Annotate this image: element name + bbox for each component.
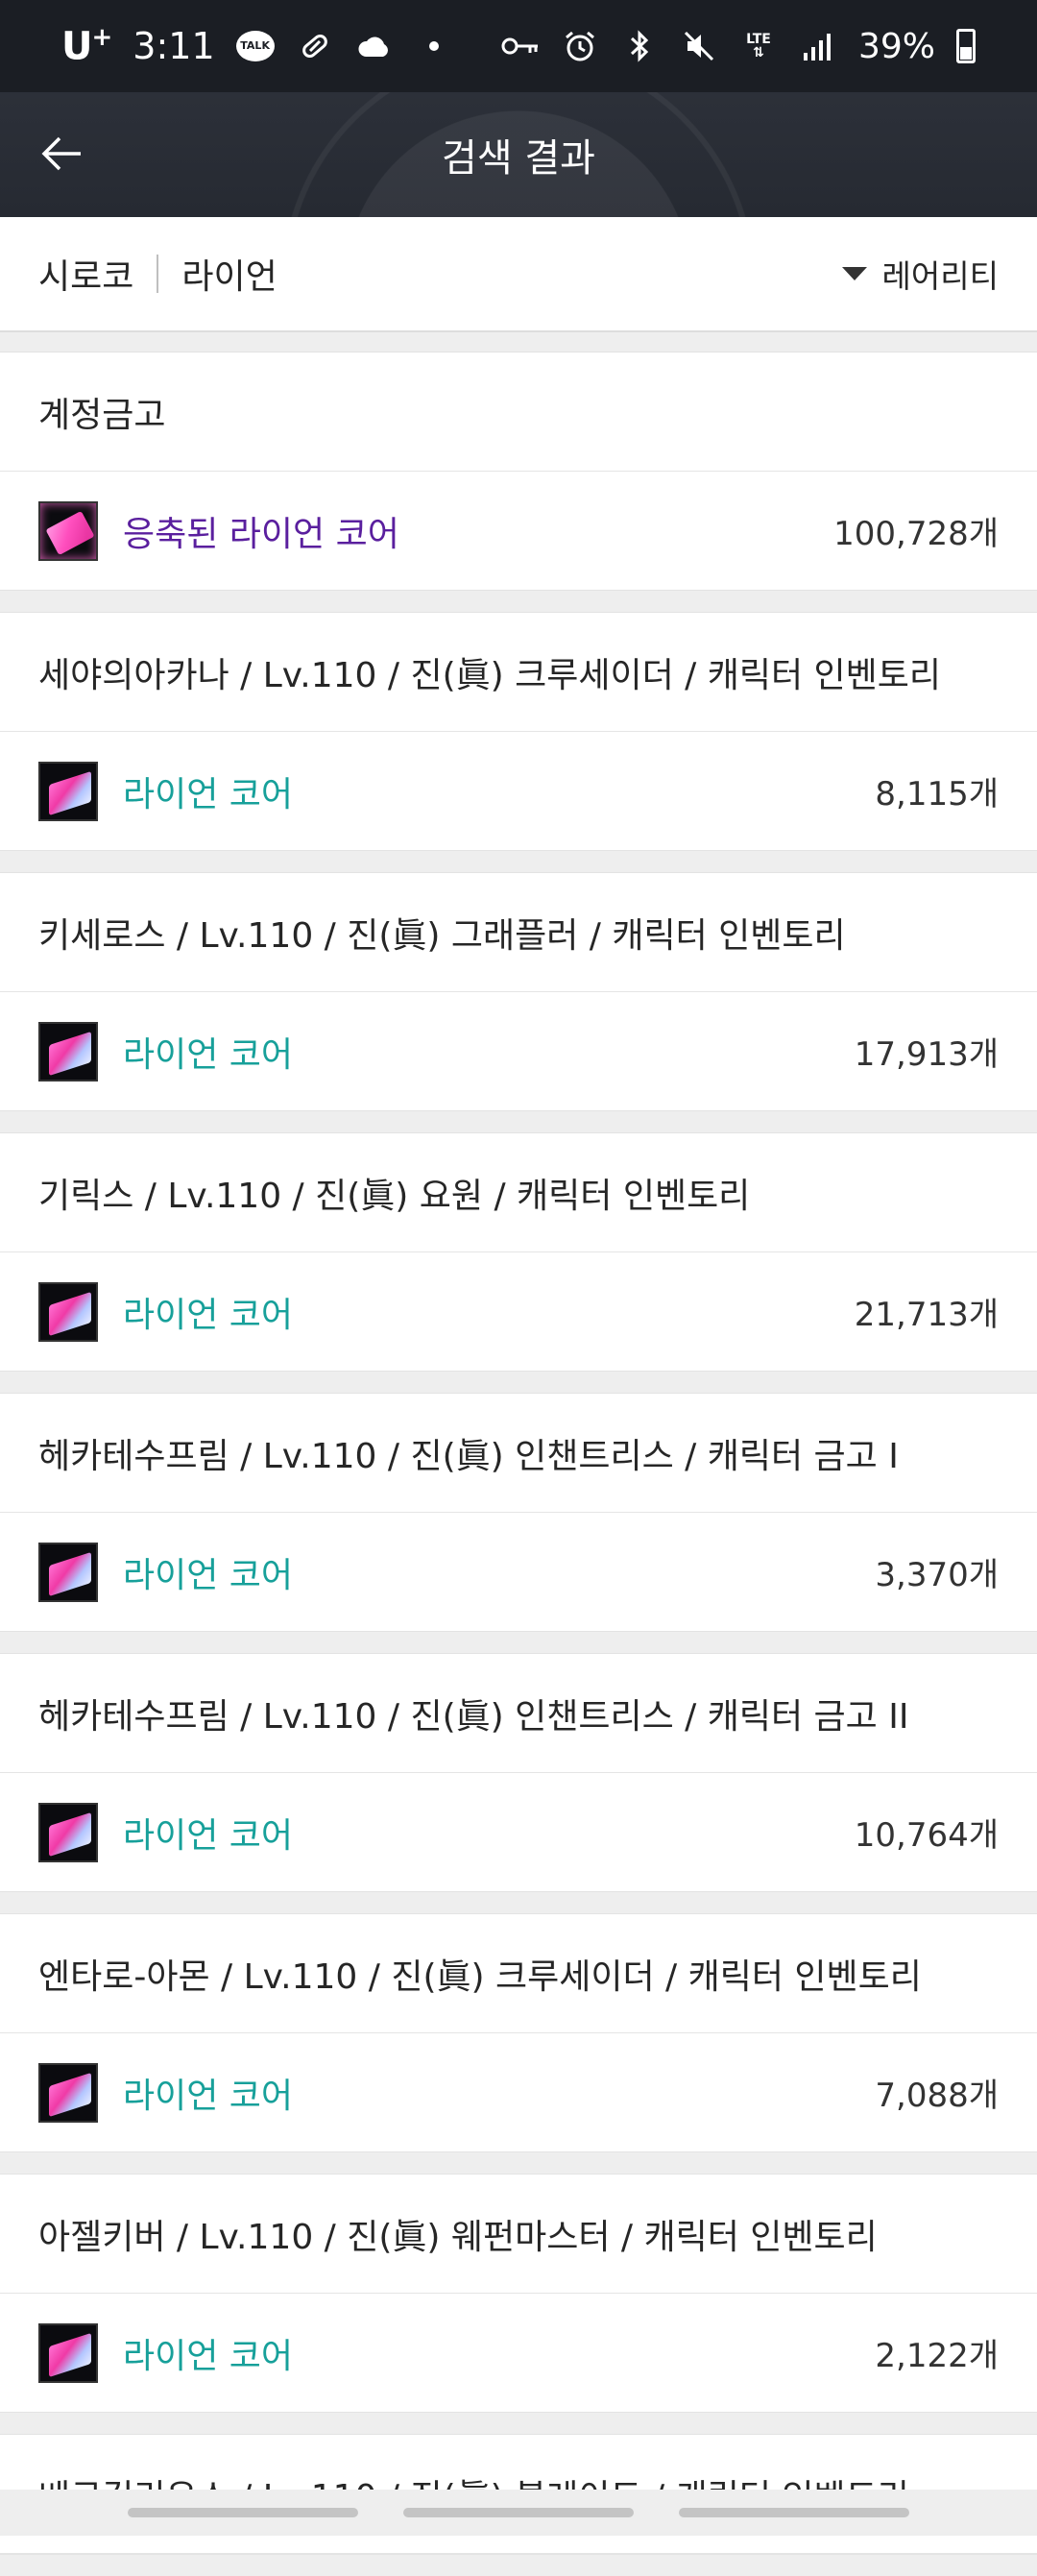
filter-bar: 시로코 라이언 레어리티	[0, 217, 1037, 332]
bluetooth-icon	[620, 27, 659, 65]
alarm-icon	[561, 27, 599, 65]
item-name: 라이언 코어	[123, 2076, 294, 2116]
gesture-navigation-bar	[0, 2490, 1037, 2536]
group-header: 기릭스 / Lv.110 / 진(眞) 요원 / 캐릭터 인벤토리	[0, 1133, 1037, 1252]
result-group: 헤카테수프림 / Lv.110 / 진(眞) 인챈트리스 / 캐릭터 금고 II…	[0, 1653, 1037, 1892]
divider	[157, 255, 159, 293]
item-name: 라이언 코어	[123, 2336, 294, 2376]
item-row[interactable]: 라이언 코어 21,713개	[0, 1252, 1037, 1371]
signal-icon	[799, 27, 837, 65]
group-header: 세야의아카나 / Lv.110 / 진(眞) 크루세이더 / 캐릭터 인벤토리	[0, 613, 1037, 732]
result-group: 헤카테수프림 / Lv.110 / 진(眞) 인챈트리스 / 캐릭터 금고 I …	[0, 1393, 1037, 1632]
nav-pill-recents[interactable]	[128, 2508, 359, 2517]
lte-icon: LTE ⇅	[746, 32, 771, 61]
clock: 3:11	[133, 24, 215, 67]
lion-core-icon	[38, 761, 98, 821]
lion-core-icon	[38, 1802, 98, 1862]
carrier-label: U+	[61, 23, 112, 69]
item-name: 응축된 라이언 코어	[123, 514, 399, 554]
item-count: 2,122개	[875, 2337, 999, 2375]
result-group: 엔타로-아몬 / Lv.110 / 진(眞) 크루세이더 / 캐릭터 인벤토리 …	[0, 1913, 1037, 2152]
battery-percent: 39%	[857, 26, 935, 66]
lion-core-icon	[38, 1542, 98, 1602]
item-row[interactable]: 라이언 코어 7,088개	[0, 2033, 1037, 2151]
item-row[interactable]: 라이언 코어 17,913개	[0, 992, 1037, 1110]
app-header: 검색 결과	[0, 92, 1037, 217]
back-arrow-icon	[41, 136, 81, 171]
item-row[interactable]: 응축된 라이언 코어 100,728개	[0, 472, 1037, 590]
sort-dropdown[interactable]: 레어리티	[841, 251, 999, 297]
group-header: 엔타로-아몬 / Lv.110 / 진(眞) 크루세이더 / 캐릭터 인벤토리	[0, 1914, 1037, 2033]
item-count: 100,728개	[833, 515, 999, 553]
status-right: LTE ⇅ 39%	[501, 27, 976, 66]
result-group: 키세로스 / Lv.110 / 진(眞) 그래플러 / 캐릭터 인벤토리 라이언…	[0, 872, 1037, 1111]
pill-icon	[296, 27, 334, 65]
back-button[interactable]	[33, 125, 90, 182]
kakaotalk-notification-icon: TALK	[235, 30, 275, 61]
item-row[interactable]: 라이언 코어 10,764개	[0, 1773, 1037, 1891]
mute-icon	[680, 27, 718, 65]
cloud-icon	[355, 27, 394, 65]
search-criteria: 시로코 라이언	[38, 249, 277, 299]
page-title: 검색 결과	[442, 136, 595, 181]
status-bar: U+ 3:11 TALK LTE ⇅ 39%	[0, 0, 1037, 92]
results-list: 계정금고 응축된 라이언 코어 100,728개 세야의아카나 / Lv.110…	[0, 352, 1037, 2576]
item-name: 라이언 코어	[123, 774, 294, 814]
lion-core-icon	[38, 2322, 98, 2383]
battery-icon	[956, 29, 976, 63]
nav-pill-home[interactable]	[402, 2508, 634, 2517]
item-count: 3,370개	[875, 1556, 999, 1594]
item-row[interactable]: 라이언 코어 8,115개	[0, 732, 1037, 850]
result-group: 계정금고 응축된 라이언 코어 100,728개	[0, 352, 1037, 591]
lion-core-icon	[38, 1021, 98, 1081]
result-group: 기릭스 / Lv.110 / 진(眞) 요원 / 캐릭터 인벤토리 라이언 코어…	[0, 1132, 1037, 1372]
server-label: 시로코	[38, 257, 134, 297]
compressed-lion-core-icon	[38, 500, 98, 561]
item-count: 10,764개	[854, 1816, 999, 1855]
item-name: 라이언 코어	[123, 1295, 294, 1335]
nav-pill-back[interactable]	[678, 2508, 909, 2517]
result-group: 세야의아카나 / Lv.110 / 진(眞) 크루세이더 / 캐릭터 인벤토리 …	[0, 612, 1037, 851]
status-left: U+ 3:11 TALK	[61, 23, 453, 69]
item-row[interactable]: 라이언 코어 3,370개	[0, 1513, 1037, 1631]
result-group: 아젤키버 / Lv.110 / 진(眞) 웨펀마스터 / 캐릭터 인벤토리 라이…	[0, 2174, 1037, 2413]
group-header: 키세로스 / Lv.110 / 진(眞) 그래플러 / 캐릭터 인벤토리	[0, 873, 1037, 992]
item-count: 17,913개	[854, 1035, 999, 1074]
group-header: 계정금고	[0, 352, 1037, 472]
item-count: 7,088개	[875, 2077, 999, 2115]
caret-down-icon	[841, 267, 867, 280]
item-name: 라이언 코어	[123, 1034, 294, 1075]
vpn-key-icon	[501, 27, 540, 65]
group-header: 헤카테수프림 / Lv.110 / 진(眞) 인챈트리스 / 캐릭터 금고 II	[0, 1654, 1037, 1773]
lion-core-icon	[38, 2062, 98, 2123]
sort-label: 레어리티	[881, 257, 999, 295]
lion-core-icon	[38, 1281, 98, 1342]
search-keyword: 라이언	[181, 257, 277, 297]
dot-icon	[415, 27, 453, 65]
item-name: 라이언 코어	[123, 1815, 294, 1856]
group-header: 헤카테수프림 / Lv.110 / 진(眞) 인챈트리스 / 캐릭터 금고 I	[0, 1394, 1037, 1513]
item-row[interactable]: 라이언 코어 2,122개	[0, 2294, 1037, 2412]
group-header: 아젤키버 / Lv.110 / 진(眞) 웨펀마스터 / 캐릭터 인벤토리	[0, 2175, 1037, 2294]
item-count: 8,115개	[875, 775, 999, 814]
item-name: 라이언 코어	[123, 1555, 294, 1595]
item-count: 21,713개	[854, 1296, 999, 1334]
